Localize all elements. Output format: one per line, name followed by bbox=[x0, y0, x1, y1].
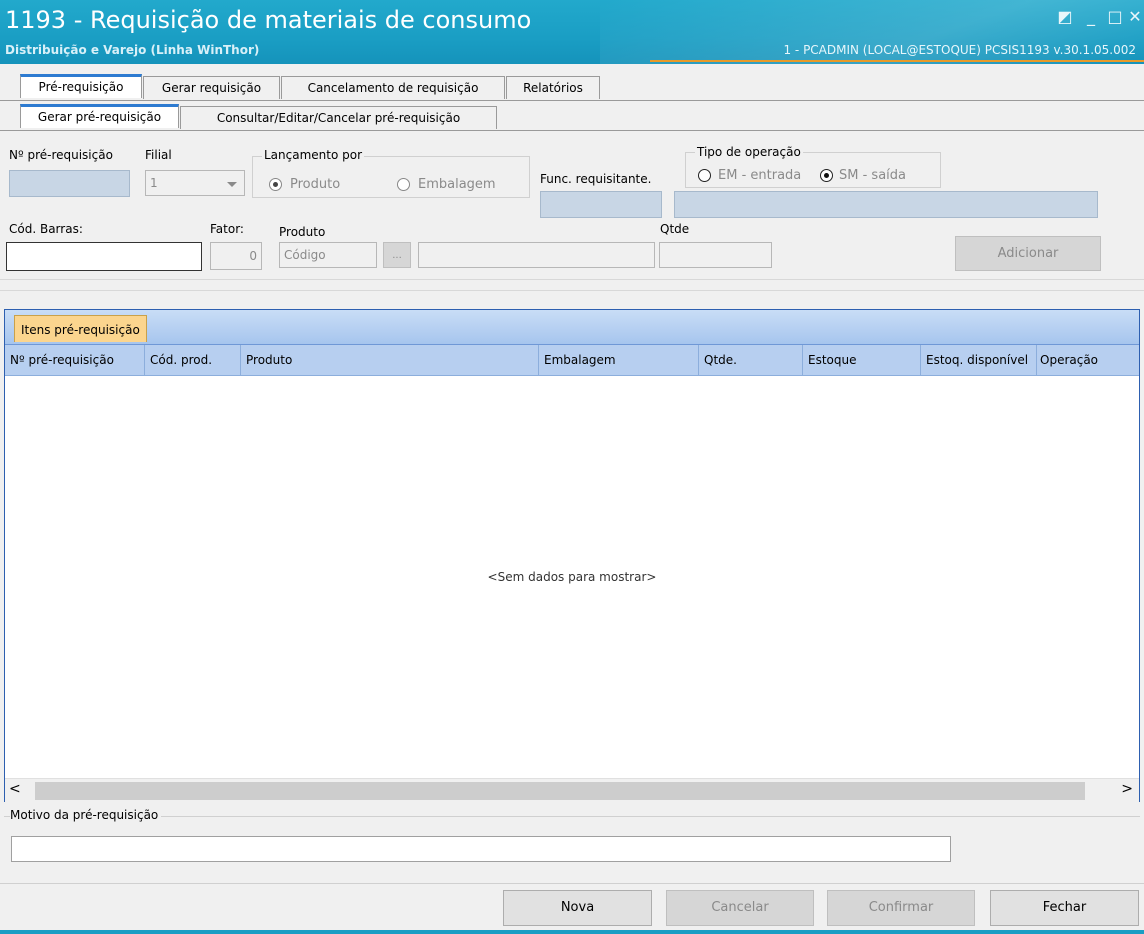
tab-itens-pre-requisicao[interactable]: Itens pré-requisição bbox=[14, 315, 147, 342]
num-prereq-label: Nº pré-requisição bbox=[9, 148, 113, 162]
scroll-right-icon[interactable]: > bbox=[1121, 781, 1133, 797]
func-req-label: Func. requisitante. bbox=[540, 172, 652, 186]
col-produto[interactable]: Produto bbox=[240, 345, 538, 375]
grid-empty-message: <Sem dados para mostrar> bbox=[487, 570, 657, 584]
main-tab-strip: Pré-requisição Gerar requisição Cancelam… bbox=[0, 66, 1144, 101]
bottom-separator bbox=[0, 883, 1144, 884]
grid-column-header: Nº pré-requisição Cód. prod. Produto Emb… bbox=[5, 345, 1139, 376]
qtde-label: Qtde bbox=[660, 222, 690, 236]
produto-code-field[interactable]: Código bbox=[279, 242, 377, 268]
filial-value: 1 bbox=[150, 176, 158, 190]
tab-cancelamento-requisicao[interactable]: Cancelamento de requisição bbox=[281, 76, 505, 99]
radio-embalagem[interactable] bbox=[397, 178, 410, 191]
col-estoq-disponivel[interactable]: Estoq. disponível bbox=[920, 345, 1036, 375]
title-underline bbox=[650, 60, 1144, 62]
scroll-left-icon[interactable]: < bbox=[9, 781, 21, 797]
cod-barras-input[interactable] bbox=[6, 242, 202, 271]
radio-em-entrada-label: EM - entrada bbox=[718, 168, 802, 183]
lancamento-label: Lançamento por bbox=[262, 148, 365, 162]
grid-horizontal-scrollbar[interactable]: < > bbox=[5, 778, 1139, 802]
col-qtde[interactable]: Qtde. bbox=[698, 345, 802, 375]
minimize-icon[interactable]: _ bbox=[1082, 8, 1100, 26]
fator-label: Fator: bbox=[210, 222, 244, 236]
items-grid[interactable] bbox=[4, 309, 1140, 802]
user-info: 1 - PCADMIN (LOCAL@ESTOQUE) PCSIS1193 v.… bbox=[783, 43, 1136, 57]
confirmar-button[interactable]: Confirmar bbox=[827, 890, 975, 926]
radio-embalagem-label: Embalagem bbox=[418, 177, 496, 192]
produto-code-placeholder: Código bbox=[284, 248, 326, 262]
tab-pre-requisicao[interactable]: Pré-requisição bbox=[20, 74, 142, 98]
col-num-prereq[interactable]: Nº pré-requisição bbox=[5, 345, 144, 375]
window-bottom-border bbox=[0, 930, 1144, 934]
cancelar-button[interactable]: Cancelar bbox=[666, 890, 814, 926]
window-subtitle: Distribuição e Varejo (Linha WinThor) bbox=[5, 43, 260, 57]
filial-label: Filial bbox=[145, 148, 172, 162]
form-separator bbox=[0, 279, 1144, 280]
restore-icon[interactable]: ◩ bbox=[1056, 8, 1074, 26]
filial-select[interactable]: 1 bbox=[145, 170, 245, 196]
col-estoque[interactable]: Estoque bbox=[802, 345, 920, 375]
sub-tab-strip: Gerar pré-requisição Consultar/Editar/Ca… bbox=[0, 100, 1144, 131]
radio-produto[interactable] bbox=[269, 178, 282, 191]
func-req-name-field[interactable] bbox=[674, 191, 1098, 218]
radio-sm-saida[interactable] bbox=[820, 169, 833, 182]
fator-field[interactable]: 0 bbox=[210, 242, 262, 270]
produto-desc-field[interactable] bbox=[418, 242, 655, 268]
tab-gerar-pre-requisicao[interactable]: Gerar pré-requisição bbox=[20, 104, 179, 128]
nova-button[interactable]: Nova bbox=[503, 890, 652, 926]
fator-value: 0 bbox=[249, 249, 257, 263]
close-icon[interactable]: ✕ bbox=[1126, 8, 1144, 26]
tipo-operacao-label: Tipo de operação bbox=[695, 145, 803, 159]
radio-sm-saida-label: SM - saída bbox=[839, 168, 906, 183]
cod-barras-label: Cód. Barras: bbox=[9, 222, 83, 236]
motivo-label: Motivo da pré-requisição bbox=[10, 808, 162, 822]
fechar-button[interactable]: Fechar bbox=[990, 890, 1139, 926]
motivo-input[interactable] bbox=[11, 836, 951, 862]
qtde-field[interactable] bbox=[659, 242, 772, 268]
radio-produto-label: Produto bbox=[290, 177, 341, 192]
col-cod-prod[interactable]: Cód. prod. bbox=[144, 345, 240, 375]
grid-tab-band bbox=[5, 310, 1139, 345]
col-embalagem[interactable]: Embalagem bbox=[538, 345, 698, 375]
tab-relatorios[interactable]: Relatórios bbox=[506, 76, 600, 99]
func-req-code-field[interactable] bbox=[540, 191, 662, 218]
scroll-thumb[interactable] bbox=[35, 782, 1085, 800]
chevron-down-icon bbox=[227, 182, 237, 187]
num-prereq-field[interactable] bbox=[9, 170, 130, 197]
tab-consultar-editar-cancelar[interactable]: Consultar/Editar/Cancelar pré-requisição bbox=[180, 106, 497, 129]
window-title: 1193 - Requisição de materiais de consum… bbox=[5, 6, 532, 34]
radio-em-entrada[interactable] bbox=[698, 169, 711, 182]
produto-search-button[interactable]: ... bbox=[383, 242, 411, 268]
form-separator-2 bbox=[0, 290, 1144, 291]
maximize-icon[interactable]: □ bbox=[1106, 8, 1124, 26]
produto-label: Produto bbox=[279, 225, 326, 239]
adicionar-button[interactable]: Adicionar bbox=[955, 236, 1101, 271]
tab-gerar-requisicao[interactable]: Gerar requisição bbox=[143, 76, 280, 99]
col-operacao[interactable]: Operação bbox=[1036, 345, 1139, 375]
